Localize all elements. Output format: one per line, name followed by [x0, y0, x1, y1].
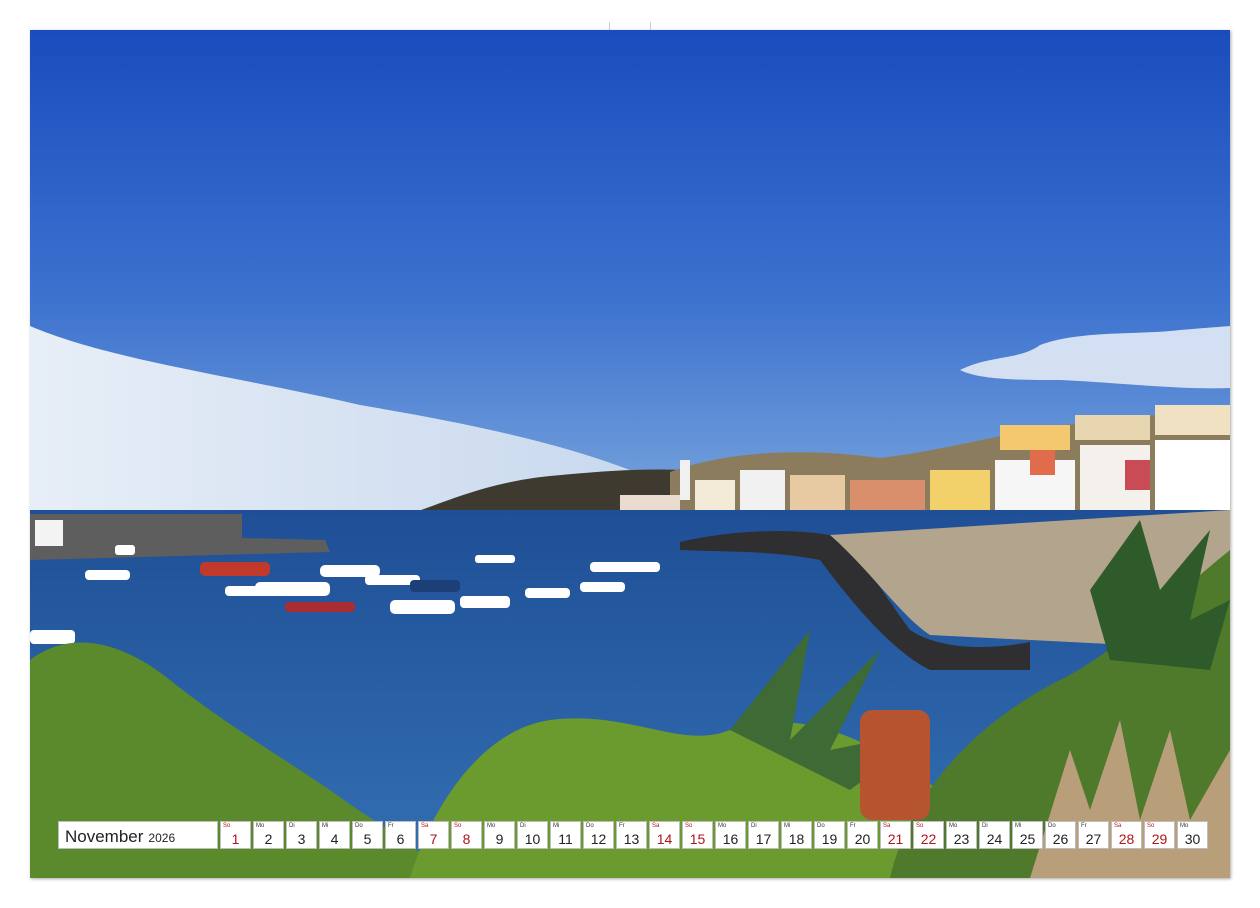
day-number: 20: [854, 831, 871, 847]
weekday-label: Di: [289, 823, 295, 829]
weekday-label: Mi: [322, 823, 329, 829]
day-number: 1: [231, 831, 240, 847]
day-number: 16: [722, 831, 739, 847]
weekday-label: Mo: [487, 823, 496, 829]
day-cell: Mo 30: [1177, 821, 1208, 849]
weekday-label: Sa: [883, 823, 891, 829]
day-cell: Mo 9: [484, 821, 515, 849]
weekday-label: Mo: [1180, 823, 1189, 829]
day-cell: Do 26: [1045, 821, 1076, 849]
weekday-label: Do: [586, 823, 594, 829]
day-cell: Mo 23: [946, 821, 977, 849]
weekday-label: Do: [355, 823, 363, 829]
day-cell: Mo 16: [715, 821, 746, 849]
day-cell: Fr 13: [616, 821, 647, 849]
day-number: 27: [1085, 831, 1102, 847]
day-cell: Do 19: [814, 821, 845, 849]
day-cell: Sa 7: [418, 821, 449, 849]
day-cell: So 22: [913, 821, 944, 849]
day-number: 4: [330, 831, 339, 847]
weekday-label: Di: [751, 823, 757, 829]
day-number: 18: [788, 831, 805, 847]
day-cell: So 8: [451, 821, 482, 849]
weekday-label: Sa: [652, 823, 660, 829]
day-number: 2: [264, 831, 273, 847]
day-cell: Di 3: [286, 821, 317, 849]
day-cell: Fr 27: [1078, 821, 1109, 849]
day-cell: Mi 18: [781, 821, 812, 849]
year: 2026: [148, 831, 176, 845]
terracotta-pot: [860, 710, 930, 820]
day-cell: Mi 4: [319, 821, 350, 849]
calendar-strip: November 2026 So 1 Mo 2 Di 3 Mi 4 Do 5 Fr 6 Sa 7 So 8 Mo…: [58, 821, 1208, 849]
day-cell: Di 24: [979, 821, 1010, 849]
day-number: 25: [1019, 831, 1036, 847]
day-cell: Di 10: [517, 821, 548, 849]
day-number: 10: [524, 831, 541, 847]
weekday-label: Mo: [256, 823, 265, 829]
day-cell: Fr 20: [847, 821, 878, 849]
day-number: 6: [396, 831, 405, 847]
day-number: 28: [1118, 831, 1135, 847]
day-cell: Do 5: [352, 821, 383, 849]
day-cell: Di 17: [748, 821, 779, 849]
day-cell: Mi 11: [550, 821, 581, 849]
weekday-label: Do: [817, 823, 825, 829]
day-cell: Sa 14: [649, 821, 680, 849]
day-number: 9: [495, 831, 504, 847]
day-cell: So 1: [220, 821, 251, 849]
harbor-photo: [30, 30, 1230, 878]
day-number: 21: [887, 831, 904, 847]
day-number: 12: [590, 831, 607, 847]
day-cell: Mi 25: [1012, 821, 1043, 849]
day-cell: Sa 21: [880, 821, 911, 849]
day-cell: Mo 2: [253, 821, 284, 849]
day-number: 15: [689, 831, 706, 847]
day-cell: Fr 6: [385, 821, 416, 849]
day-number: 7: [429, 831, 438, 847]
weekday-label: Di: [982, 823, 988, 829]
day-number: 14: [656, 831, 673, 847]
month-label: November 2026: [58, 821, 218, 849]
day-number: 3: [297, 831, 306, 847]
weekday-label: Mi: [784, 823, 791, 829]
weekday-label: So: [454, 823, 462, 829]
day-number: 22: [920, 831, 937, 847]
weekday-label: Do: [1048, 823, 1056, 829]
weekday-label: So: [1147, 823, 1155, 829]
weekday-label: Sa: [1114, 823, 1122, 829]
day-cell: Sa 28: [1111, 821, 1142, 849]
day-number: 13: [623, 831, 640, 847]
day-number: 5: [363, 831, 372, 847]
day-number: 8: [462, 831, 471, 847]
weekday-label: Fr: [1081, 823, 1087, 829]
weekday-label: Fr: [619, 823, 625, 829]
weekday-label: Mo: [949, 823, 958, 829]
day-number: 11: [558, 831, 573, 847]
day-number: 23: [953, 831, 970, 847]
day-cell: So 15: [682, 821, 713, 849]
day-number: 30: [1184, 831, 1201, 847]
day-cell: So 29: [1144, 821, 1175, 849]
day-number: 19: [821, 831, 838, 847]
weekday-label: Mi: [553, 823, 560, 829]
weekday-label: So: [685, 823, 693, 829]
day-number: 17: [755, 831, 772, 847]
weekday-label: So: [223, 823, 231, 829]
weekday-label: Fr: [388, 823, 394, 829]
weekday-label: Sa: [421, 823, 429, 829]
month-name: November: [65, 827, 144, 846]
day-cell: Do 12: [583, 821, 614, 849]
day-cells: So 1 Mo 2 Di 3 Mi 4 Do 5 Fr 6 Sa 7 So 8 Mo 9 Di 10 Mi 11 Do 12 F…: [218, 821, 1208, 849]
weekday-label: Mo: [718, 823, 727, 829]
weekday-label: So: [916, 823, 924, 829]
weekday-label: Di: [520, 823, 526, 829]
day-number: 29: [1151, 831, 1168, 847]
weekday-label: Mi: [1015, 823, 1022, 829]
day-number: 24: [986, 831, 1003, 847]
weekday-label: Fr: [850, 823, 856, 829]
day-number: 26: [1052, 831, 1069, 847]
